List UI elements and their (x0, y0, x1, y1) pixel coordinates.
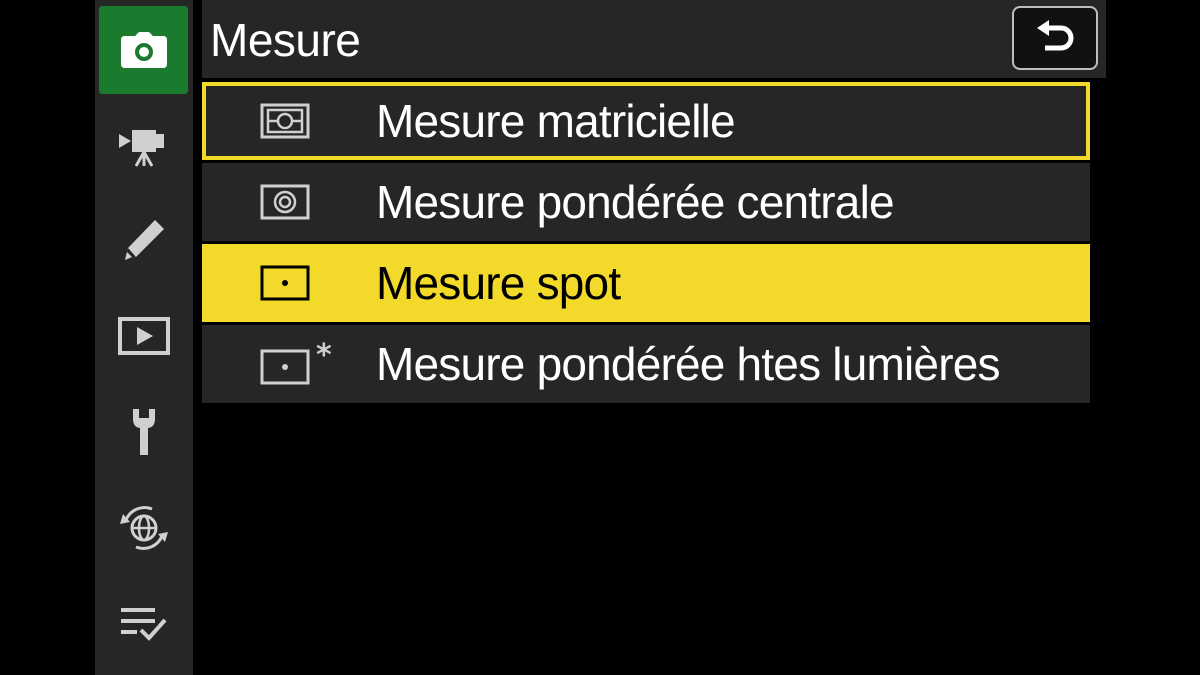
option-center-weighted-metering[interactable]: Mesure pondérée centrale (202, 163, 1090, 241)
network-menu-tab[interactable] (99, 484, 188, 572)
option-label: Mesure pondérée centrale (376, 176, 895, 228)
spot-metering-icon (260, 265, 310, 301)
option-label: Mesure spot (376, 257, 621, 309)
option-highlight-weighted-metering[interactable]: * Mesure pondérée htes lumières (202, 325, 1090, 403)
movie-camera-icon (118, 130, 164, 167)
back-button[interactable] (1012, 6, 1098, 70)
pencil-icon (124, 220, 164, 260)
playback-icon (117, 317, 170, 355)
camera-icon (120, 32, 167, 68)
svg-text:*: * (316, 341, 332, 373)
option-label: Mesure matricielle (376, 95, 736, 147)
my-menu-tab[interactable] (99, 580, 188, 668)
highlight-weighted-metering-icon: * (260, 341, 332, 385)
matrix-metering-icon (260, 103, 310, 139)
custom-settings-menu-tab[interactable] (99, 196, 188, 284)
my-menu-icon (120, 608, 166, 641)
option-spot-metering[interactable]: Mesure spot (202, 244, 1090, 322)
playback-menu-tab[interactable] (99, 292, 188, 380)
option-matrix-metering[interactable]: Mesure matricielle (202, 82, 1090, 160)
network-icon (119, 506, 168, 550)
wrench-icon (132, 409, 155, 455)
menu-header: Mesure (202, 0, 1106, 78)
option-label: Mesure pondérée htes lumières (376, 338, 1001, 390)
photo-shooting-menu-tab[interactable] (99, 6, 188, 94)
setup-menu-tab[interactable] (99, 388, 188, 476)
movie-shooting-menu-tab[interactable] (99, 104, 188, 192)
menu-sidebar (95, 0, 193, 675)
center-weighted-metering-icon (260, 184, 310, 220)
page-title: Mesure (210, 14, 361, 66)
return-arrow-icon (1037, 20, 1074, 51)
metering-options-list: Mesure matricielle Mesure pondérée centr… (202, 82, 1090, 406)
